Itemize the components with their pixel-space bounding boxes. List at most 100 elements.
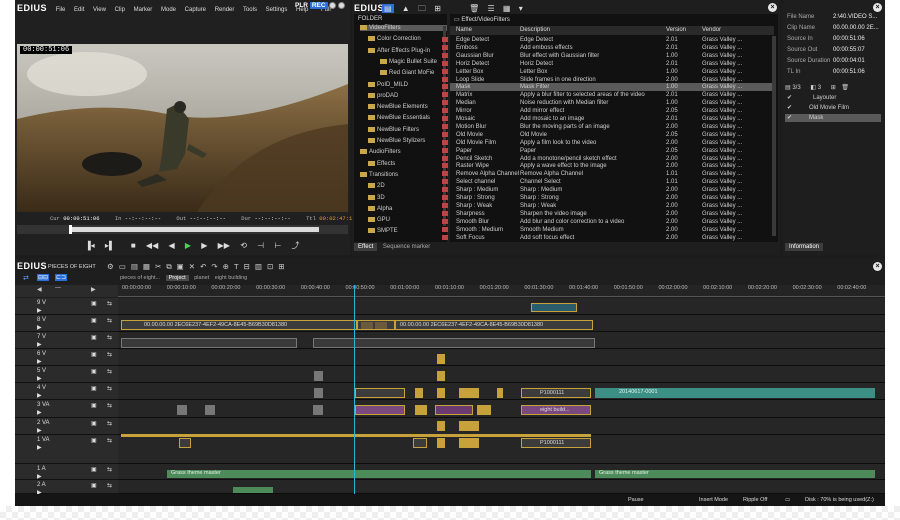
step-forward-icon[interactable]: ▶ xyxy=(201,241,207,250)
track-sync-icon[interactable]: ⇆ xyxy=(107,482,112,489)
tool-open-icon[interactable]: ▤ xyxy=(131,262,143,271)
menu-marker[interactable]: Marker xyxy=(134,7,153,13)
track-visibility-icon[interactable]: ▣ xyxy=(91,317,97,324)
menu-view[interactable]: View xyxy=(93,7,106,13)
step-back-icon[interactable]: ◀ xyxy=(168,241,174,250)
effect-row[interactable]: Raster Wipe Apply a wave effect to the im… xyxy=(442,162,772,170)
effect-row[interactable]: Mask Mask Filter 1.00 Grass Valley ... xyxy=(442,83,772,92)
status-insert-mode[interactable]: Insert Mode xyxy=(699,494,728,506)
tree-item[interactable]: VideoFilters xyxy=(360,25,447,32)
tree-item[interactable]: Color Correction xyxy=(368,36,421,42)
scrub-handle[interactable] xyxy=(69,225,72,234)
layer-item[interactable]: ✔ Layouter xyxy=(785,94,881,102)
track-header[interactable]: 8 V ▶ ▣ ⇆ xyxy=(15,315,118,332)
rewind-icon[interactable]: ◀◀ xyxy=(146,241,158,250)
layer-item[interactable]: ✔ Old Movie Film xyxy=(785,104,881,112)
tree-item[interactable]: Effects xyxy=(368,160,395,167)
export-icon[interactable]: ⤴ xyxy=(292,241,300,250)
track-header[interactable]: 5 V ▶ ▣ ⇆ xyxy=(15,366,118,383)
up-folder-icon[interactable]: ▲ xyxy=(402,4,410,13)
effect-row[interactable]: Smooth : Medium Smooth Medium 2.00 Grass Va… xyxy=(442,226,772,234)
effect-row[interactable]: Loop Slide Slide frames in one direction 2… xyxy=(442,76,772,84)
overwrite-icon[interactable]: ⊢ xyxy=(274,241,281,250)
effect-row[interactable]: Motion Blur Blur the moving parts of an i… xyxy=(442,123,772,131)
crumb-project[interactable]: Project xyxy=(165,275,189,281)
track-visibility-icon[interactable]: ▣ xyxy=(91,351,97,358)
effect-row[interactable]: Matrix Apply a blur filter to selected ar… xyxy=(442,91,772,99)
effect-row[interactable]: Old Movie Old Movie 2.05 Grass Valley ... xyxy=(442,131,772,139)
track-expand-icon[interactable]: ▶ xyxy=(37,473,42,480)
track-visibility-icon[interactable]: ▣ xyxy=(91,300,97,307)
track-header[interactable]: 3 VA ▶ ▣ ⇆ xyxy=(15,400,118,418)
ruler-zoom-select[interactable]: — xyxy=(55,285,61,291)
crumb-pieces-of-eight[interactable]: pieces of eight... xyxy=(120,275,160,281)
track-sync-icon[interactable]: ⇆ xyxy=(107,437,112,444)
tree-item[interactable]: Alpha xyxy=(368,205,392,212)
tab-effect[interactable]: Effect xyxy=(354,243,378,251)
tree-item[interactable]: PoID_MILD xyxy=(368,81,408,88)
track-row[interactable] xyxy=(118,464,885,480)
track-row[interactable] xyxy=(118,315,885,332)
track-header[interactable]: 1 VA ▶ ▣ ⇆ xyxy=(15,435,118,464)
tool-save-icon[interactable]: ▦ xyxy=(143,262,155,271)
properties-icon[interactable]: ⊞ xyxy=(434,4,441,13)
minimize-icon[interactable] xyxy=(329,2,337,9)
track-expand-icon[interactable]: ▶ xyxy=(37,358,42,365)
timeline-close-icon[interactable]: × xyxy=(873,262,882,271)
track-expand-icon[interactable]: ▶ xyxy=(37,409,42,416)
effect-row[interactable]: Sharpness Sharpen the video image 2.00 Gras… xyxy=(442,210,772,218)
menu-render[interactable]: Render xyxy=(215,7,235,13)
track-row[interactable] xyxy=(118,349,885,366)
track-expand-icon[interactable]: ▶ xyxy=(37,307,42,314)
track-header[interactable]: 6 V ▶ ▣ ⇆ xyxy=(15,349,118,366)
track-row[interactable] xyxy=(118,435,885,464)
track-visibility-icon[interactable]: ▣ xyxy=(91,334,97,341)
tab-sequence-marker[interactable]: Sequence marker xyxy=(379,243,434,251)
crumb-eight-building[interactable]: eight building xyxy=(215,275,247,281)
layer-checkbox[interactable]: ✔ xyxy=(787,114,792,122)
track-sync-icon[interactable]: ⇆ xyxy=(107,351,112,358)
layer-item[interactable]: ✔ Mask xyxy=(785,114,881,122)
effect-row[interactable]: Sharp : Strong Sharp : Strong 2.00 Grass Va… xyxy=(442,194,772,202)
effect-row[interactable]: Edge Detect Edge Detect 2.01 Grass Valley .… xyxy=(442,36,772,44)
fast-forward-icon[interactable]: ▶▶ xyxy=(218,241,230,250)
track-header[interactable]: 4 V ▶ ▣ ⇆ xyxy=(15,383,118,400)
crumb-planet[interactable]: planet xyxy=(194,275,209,281)
tool-snap-icon[interactable]: ⊡ xyxy=(267,262,278,271)
tree-item[interactable]: Transitions xyxy=(360,171,398,178)
tool-add-icon[interactable]: ⊕ xyxy=(223,262,234,271)
tool-undo-icon[interactable]: ↶ xyxy=(200,262,211,271)
plr-label[interactable]: PLR xyxy=(295,2,308,9)
mark-in-icon[interactable]: ▐◂ xyxy=(85,241,95,250)
tool-render-icon[interactable]: ⊟ xyxy=(244,262,255,271)
track-row[interactable] xyxy=(118,298,885,315)
tree-item[interactable]: Magic Bullet Suite xyxy=(380,58,437,65)
menu-file[interactable]: File xyxy=(56,7,66,13)
track-row[interactable] xyxy=(118,400,885,418)
tool-title-icon[interactable]: T xyxy=(234,262,244,271)
track-sync-icon[interactable]: ⇆ xyxy=(107,385,112,392)
tool-settings-icon[interactable]: ⚙ xyxy=(107,262,119,271)
track-visibility-icon[interactable]: ▣ xyxy=(91,368,97,375)
effect-row[interactable]: Soft Focus Add soft focus effect 2.00 Grass… xyxy=(442,234,772,242)
layer-list-icon[interactable]: ▤ xyxy=(785,85,791,91)
effect-row[interactable]: Horiz Detect Horiz Detect 2.01 Grass Valley… xyxy=(442,60,772,68)
tree-item[interactable]: GPU xyxy=(368,217,390,223)
track-expand-icon[interactable]: ▶ xyxy=(37,427,42,434)
track-row[interactable] xyxy=(118,418,885,435)
tool-mixer-icon[interactable]: ▥ xyxy=(255,262,267,271)
effect-row[interactable]: Remove Alpha Channel Remove Alpha Channel… xyxy=(442,170,772,178)
display-icon[interactable]: ▦ xyxy=(503,4,511,13)
effect-row[interactable]: Emboss Add emboss effects 2.01 Grass Valley… xyxy=(442,44,772,52)
layer-add-icon[interactable]: ⊞ xyxy=(831,85,836,91)
track-visibility-icon[interactable]: ▣ xyxy=(91,482,97,489)
track-sync-icon[interactable]: ⇆ xyxy=(107,402,112,409)
col-version[interactable]: Version xyxy=(666,26,686,35)
tool-cut-icon[interactable]: ✂ xyxy=(155,262,166,271)
track-visibility-icon[interactable]: ▣ xyxy=(91,420,97,427)
track-visibility-icon[interactable]: ▣ xyxy=(91,402,97,409)
menu-clip[interactable]: Clip xyxy=(115,7,125,13)
track-sync-icon[interactable]: ⇆ xyxy=(107,317,112,324)
layer-checkbox[interactable]: ✔ xyxy=(787,94,792,102)
plr-rec-toggle[interactable]: PLR REC xyxy=(295,2,346,10)
